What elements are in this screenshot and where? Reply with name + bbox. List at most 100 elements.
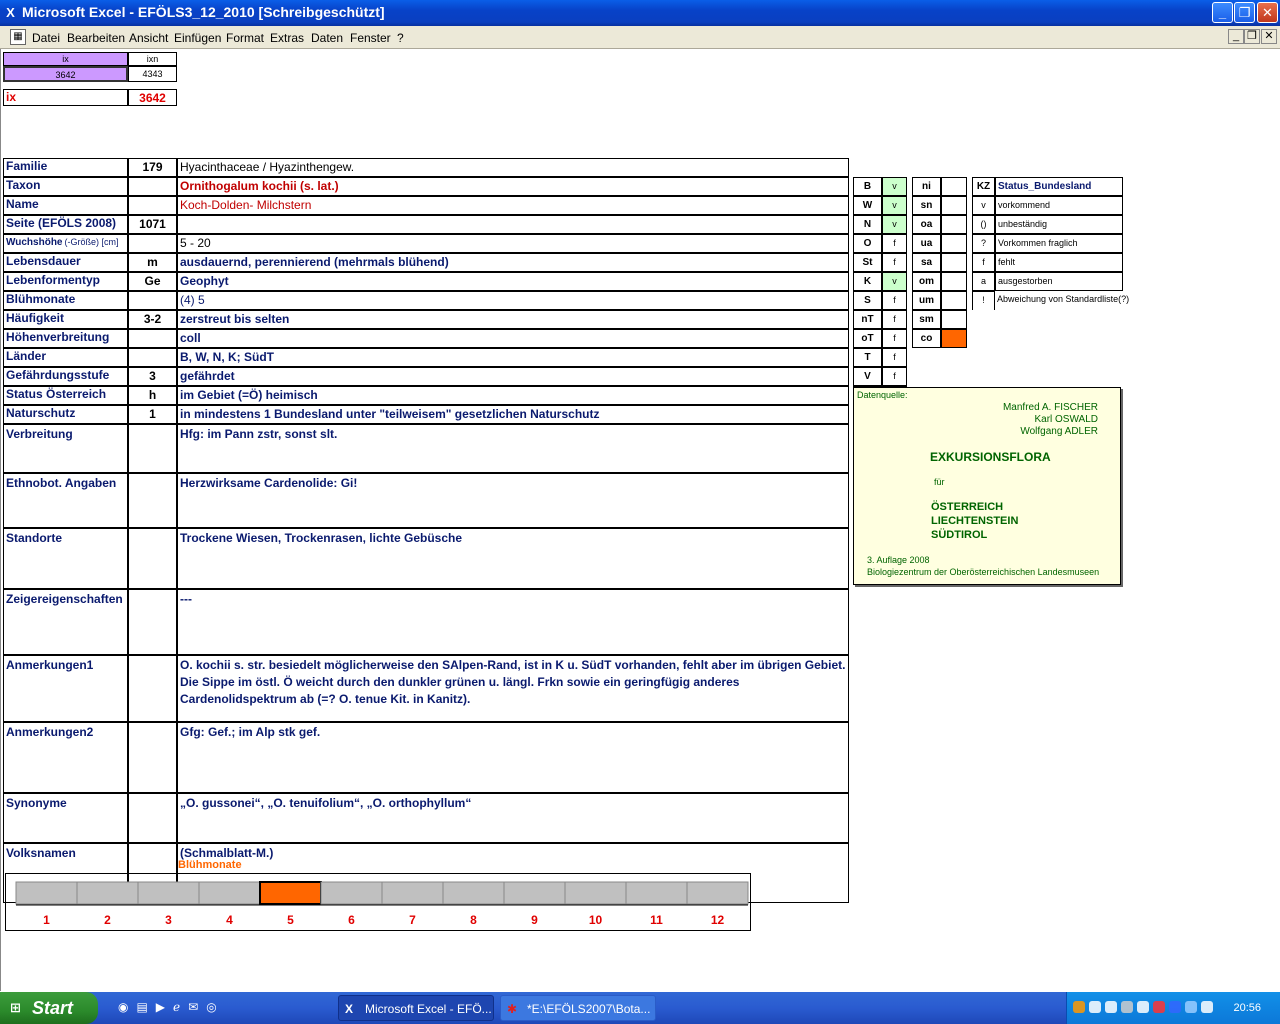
field-label[interactable]: Verbreitung	[3, 424, 128, 473]
land-status[interactable]: f	[882, 367, 907, 386]
field-label[interactable]: Familie	[3, 158, 128, 177]
hoehe-code[interactable]: sn	[912, 196, 941, 215]
hoehe-code[interactable]: oa	[912, 215, 941, 234]
field-value[interactable]: Trockene Wiesen, Trockenrasen, lichte Ge…	[177, 528, 849, 589]
field-value[interactable]: in mindestens 1 Bundesland unter "teilwe…	[177, 405, 849, 424]
land-code[interactable]: S	[853, 291, 882, 310]
start-button[interactable]: ⊞ Start	[0, 992, 98, 1024]
clock[interactable]: 20:56	[1207, 999, 1261, 1017]
menu-help[interactable]: ?	[397, 31, 404, 45]
hoehe-code[interactable]: ua	[912, 234, 941, 253]
field-label[interactable]: Häufigkeit	[3, 310, 128, 329]
land-status[interactable]: v	[882, 196, 907, 215]
mdi-restore-button[interactable]: ❐	[1244, 29, 1260, 44]
field-value[interactable]: im Gebiet (=Ö) heimisch	[177, 386, 849, 405]
land-code[interactable]: St	[853, 253, 882, 272]
field-value[interactable]: zerstreut bis selten	[177, 310, 849, 329]
field-value[interactable]: (4) 5	[177, 291, 849, 310]
field-code[interactable]	[128, 655, 177, 722]
land-status[interactable]: f	[882, 310, 907, 329]
quicklaunch-icons[interactable]: ◉▤▶ℯ✉◎	[118, 1000, 258, 1016]
field-value[interactable]: ---	[177, 589, 849, 655]
land-code[interactable]: N	[853, 215, 882, 234]
excel-icon[interactable]: X	[3, 5, 18, 20]
land-status[interactable]: f	[882, 348, 907, 367]
land-status[interactable]: f	[882, 291, 907, 310]
mdi-close-button[interactable]: ✕	[1261, 29, 1277, 44]
land-status[interactable]: f	[882, 253, 907, 272]
hoehe-mark[interactable]	[941, 215, 967, 234]
task-excel[interactable]: X Microsoft Excel - EFÖ...	[338, 995, 494, 1021]
hoehe-mark[interactable]	[941, 177, 967, 196]
field-label[interactable]: Zeigereigenschaften	[3, 589, 128, 655]
field-label[interactable]: Anmerkungen1	[3, 655, 128, 722]
tray-icon[interactable]	[1169, 1001, 1181, 1013]
tray-icon[interactable]	[1121, 1001, 1133, 1013]
worksheet[interactable]: ix ixn 3642 4343 ix 3642 Familie 179 Hyaci…	[0, 49, 1280, 991]
menu-bearbeiten[interactable]: Bearbeiten	[67, 31, 125, 45]
field-code[interactable]: 179	[128, 158, 177, 177]
field-code[interactable]	[128, 473, 177, 528]
field-code[interactable]: h	[128, 386, 177, 405]
hoehe-code[interactable]: om	[912, 272, 941, 291]
field-label[interactable]: Länder	[3, 348, 128, 367]
land-code[interactable]: V	[853, 367, 882, 386]
hoehe-mark[interactable]	[941, 253, 967, 272]
field-value[interactable]: 5 - 20	[177, 234, 849, 253]
field-code[interactable]	[128, 291, 177, 310]
field-label[interactable]: Wuchshöhe (-Größe) [cm]	[3, 234, 128, 253]
menu-format[interactable]: Format	[226, 31, 264, 45]
hoehe-code[interactable]: um	[912, 291, 941, 310]
field-code[interactable]: 1071	[128, 215, 177, 234]
land-code[interactable]: oT	[853, 329, 882, 348]
field-value[interactable]: Herzwirksame Cardenolide: Gi!	[177, 473, 849, 528]
field-label[interactable]: Standorte	[3, 528, 128, 589]
field-label[interactable]: Lebenformentyp	[3, 272, 128, 291]
land-status[interactable]: v	[882, 215, 907, 234]
field-label[interactable]: Status Österreich	[3, 386, 128, 405]
field-value[interactable]: ausdauernd, perennierend (mehrmals blühe…	[177, 253, 849, 272]
field-label[interactable]: Taxon	[3, 177, 128, 196]
field-value[interactable]: Geophyt	[177, 272, 849, 291]
field-code[interactable]	[128, 589, 177, 655]
menu-ansicht[interactable]: Ansicht	[129, 31, 168, 45]
data-source-box[interactable]: Datenquelle: Manfred A. FISCHER Karl OSW…	[853, 387, 1121, 585]
system-tray[interactable]: 20:56	[1066, 992, 1280, 1024]
land-code[interactable]: O	[853, 234, 882, 253]
land-code[interactable]: nT	[853, 310, 882, 329]
field-code[interactable]: Ge	[128, 272, 177, 291]
land-code[interactable]: B	[853, 177, 882, 196]
land-status[interactable]: v	[882, 177, 907, 196]
minimize-button[interactable]: _	[1212, 2, 1233, 23]
task-paint[interactable]: ✱ *E:\EFÖLS2007\Bota...	[500, 995, 656, 1021]
month-bar-2[interactable]	[76, 881, 139, 905]
month-bar-7[interactable]	[381, 881, 444, 905]
field-code[interactable]: 3	[128, 367, 177, 386]
hoehe-code[interactable]: sm	[912, 310, 941, 329]
month-bar-6[interactable]	[320, 881, 383, 905]
field-value[interactable]: O. kochii s. str. besiedelt möglicherwei…	[177, 655, 849, 722]
field-label[interactable]: Anmerkungen2	[3, 722, 128, 793]
field-value[interactable]: Gfg: Gef.; im Alp stk gef.	[177, 722, 849, 793]
ix-value-cell[interactable]: 3642	[3, 66, 128, 82]
menu-daten[interactable]: Daten	[311, 31, 343, 45]
tray-icon[interactable]	[1153, 1001, 1165, 1013]
menu-extras[interactable]: Extras	[270, 31, 304, 45]
hoehe-mark[interactable]	[941, 291, 967, 310]
field-label[interactable]: Synonyme	[3, 793, 128, 843]
ix-big-value[interactable]: 3642	[128, 89, 177, 106]
hoehe-mark[interactable]	[941, 310, 967, 329]
month-bar-1[interactable]	[15, 881, 78, 905]
field-code[interactable]	[128, 424, 177, 473]
land-code[interactable]: W	[853, 196, 882, 215]
tray-icon[interactable]	[1089, 1001, 1101, 1013]
hoehe-mark[interactable]	[941, 196, 967, 215]
field-value[interactable]: Hyacinthaceae / Hyazinthengew.	[177, 158, 849, 177]
field-label[interactable]: Ethnobot. Angaben	[3, 473, 128, 528]
ix-header[interactable]: ix	[3, 52, 128, 66]
restore-button[interactable]: ❐	[1234, 2, 1255, 23]
land-status[interactable]: f	[882, 329, 907, 348]
mdi-minimize-button[interactable]: _	[1228, 29, 1244, 44]
field-label[interactable]: Blühmonate	[3, 291, 128, 310]
month-bar-11[interactable]	[625, 881, 688, 905]
